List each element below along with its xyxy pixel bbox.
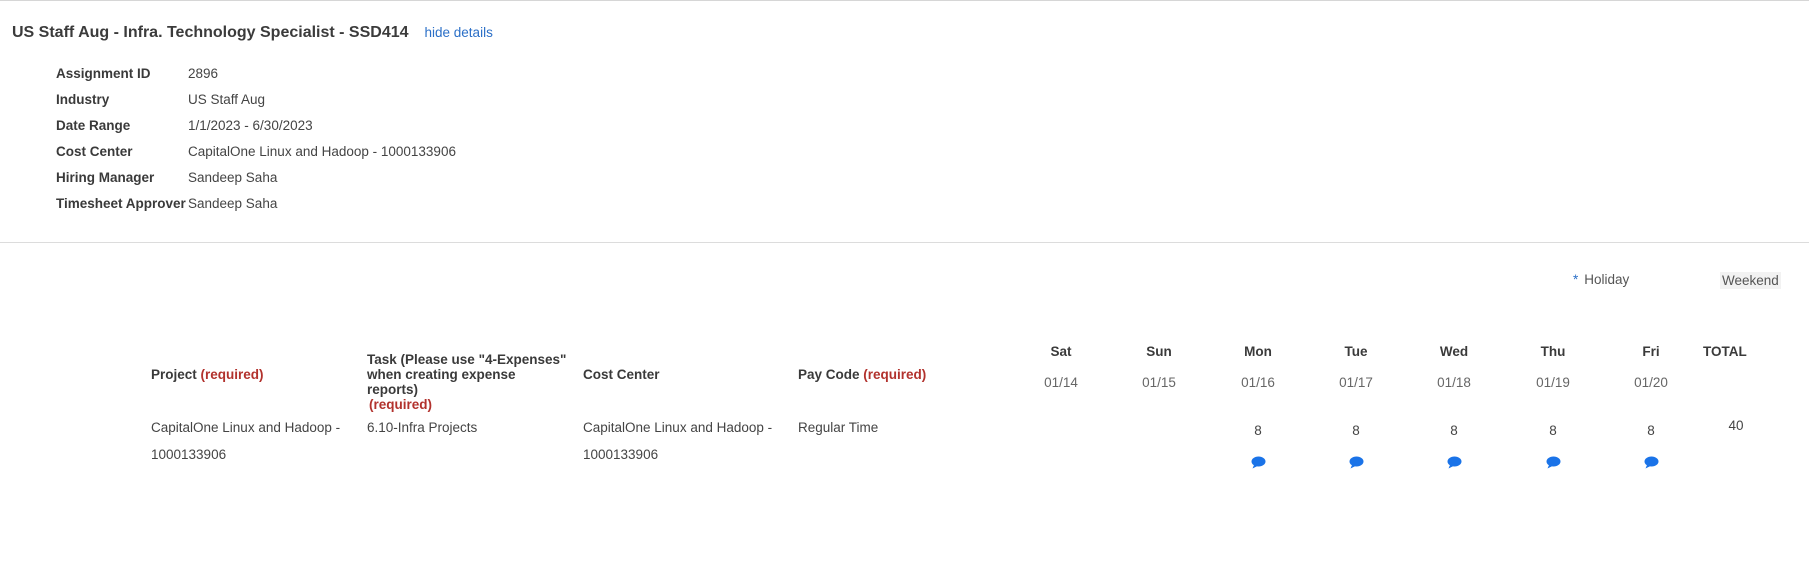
column-header-total: TOTAL xyxy=(1703,344,1747,359)
task-header-label: Task (Please use "4-Expenses" when creat… xyxy=(367,352,567,397)
day-header-sat: Sat xyxy=(1050,344,1072,359)
day-header-sun: Sun xyxy=(1146,344,1172,359)
detail-value: 1/1/2023 - 6/30/2023 xyxy=(188,117,313,133)
project-header-label: Project xyxy=(151,367,197,382)
comment-icon[interactable] xyxy=(1424,456,1484,469)
detail-row-industry: Industry US Staff Aug xyxy=(56,86,456,112)
section-divider xyxy=(0,242,1809,243)
required-marker: (required) xyxy=(863,367,927,382)
required-marker: (required) xyxy=(369,397,433,412)
hours-tue[interactable]: 8 xyxy=(1326,423,1386,438)
detail-label: Date Range xyxy=(56,117,131,133)
pay-code-header-label: Pay Code xyxy=(798,367,860,382)
hours-fri[interactable]: 8 xyxy=(1621,423,1681,438)
day-header-thu: Thu xyxy=(1540,344,1566,359)
row-project: CapitalOne Linux and Hadoop - 1000133906 xyxy=(151,420,341,462)
holiday-marker: * xyxy=(1573,272,1579,287)
detail-label: Assignment ID xyxy=(56,65,151,81)
comment-icon[interactable] xyxy=(1228,456,1288,469)
day-date-sun: 01/15 xyxy=(1142,375,1176,390)
detail-row-timesheet-approver: Timesheet Approver Sandeep Saha xyxy=(56,190,456,216)
required-marker: (required) xyxy=(200,367,264,382)
detail-label: Hiring Manager xyxy=(56,169,155,185)
detail-label: Timesheet Approver xyxy=(56,195,186,211)
day-date-mon: 01/16 xyxy=(1241,375,1275,390)
day-header-wed: Wed xyxy=(1439,344,1469,359)
hours-wed[interactable]: 8 xyxy=(1424,423,1484,438)
hours-thu[interactable]: 8 xyxy=(1523,423,1583,438)
detail-value: Sandeep Saha xyxy=(188,169,278,185)
comment-icon[interactable] xyxy=(1326,456,1386,469)
day-date-wed: 01/18 xyxy=(1437,375,1471,390)
assignment-header: US Staff Aug - Infra. Technology Special… xyxy=(12,24,493,42)
detail-row-cost-center: Cost Center CapitalOne Linux and Hadoop … xyxy=(56,138,456,164)
assignment-details: Assignment ID 2896 Industry US Staff Aug… xyxy=(56,60,456,216)
hide-details-link[interactable]: hide details xyxy=(425,25,493,40)
comment-icon[interactable] xyxy=(1621,456,1681,469)
column-header-cost-center: Cost Center xyxy=(583,367,660,382)
legend-holiday: * Holiday xyxy=(1573,272,1629,287)
detail-value: Sandeep Saha xyxy=(188,195,278,211)
holiday-label: Holiday xyxy=(1584,272,1630,287)
detail-label: Industry xyxy=(56,91,110,107)
day-date-fri: 01/20 xyxy=(1634,375,1668,390)
detail-label: Cost Center xyxy=(56,143,133,159)
day-date-thu: 01/19 xyxy=(1536,375,1570,390)
detail-value: 2896 xyxy=(188,65,219,81)
day-header-fri: Fri xyxy=(1642,344,1660,359)
day-date-sat: 01/14 xyxy=(1044,375,1078,390)
legend-weekend: Weekend xyxy=(1720,272,1781,289)
detail-row-hiring-manager: Hiring Manager Sandeep Saha xyxy=(56,164,456,190)
day-date-tue: 01/17 xyxy=(1339,375,1373,390)
detail-row-date-range: Date Range 1/1/2023 - 6/30/2023 xyxy=(56,112,456,138)
column-header-task: Task (Please use "4-Expenses" when creat… xyxy=(367,352,567,412)
row-cost-center: CapitalOne Linux and Hadoop - 1000133906 xyxy=(583,420,773,462)
detail-row-assignment-id: Assignment ID 2896 xyxy=(56,60,456,86)
assignment-title: US Staff Aug - Infra. Technology Special… xyxy=(12,24,409,41)
comment-icon[interactable] xyxy=(1523,456,1583,469)
day-header-tue: Tue xyxy=(1344,344,1368,359)
detail-value: CapitalOne Linux and Hadoop - 1000133906 xyxy=(188,143,456,159)
hours-mon[interactable]: 8 xyxy=(1228,423,1288,438)
column-header-project: Project (required) xyxy=(151,367,264,382)
row-total: 40 xyxy=(1728,418,1744,433)
row-pay-code: Regular Time xyxy=(798,420,879,435)
day-header-mon: Mon xyxy=(1244,344,1272,359)
detail-value: US Staff Aug xyxy=(188,91,266,107)
row-task: 6.10-Infra Projects xyxy=(367,420,478,435)
top-divider xyxy=(0,0,1809,1)
column-header-pay-code: Pay Code (required) xyxy=(798,367,926,382)
